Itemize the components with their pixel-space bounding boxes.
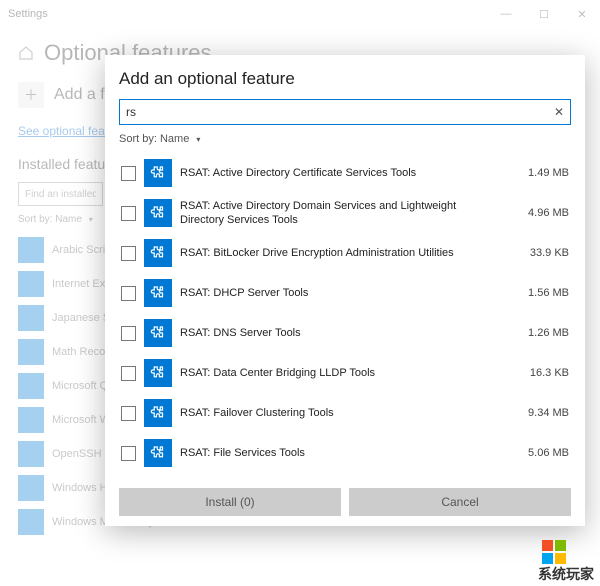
feature-size: 16.3 KB (519, 367, 569, 379)
feature-name: RSAT: Failover Clustering Tools (180, 406, 511, 420)
puzzle-icon (144, 439, 172, 467)
feature-row[interactable]: RSAT: BitLocker Drive Encryption Adminis… (119, 233, 571, 273)
puzzle-icon (144, 279, 172, 307)
feature-name: RSAT: DHCP Server Tools (180, 286, 511, 300)
feature-row[interactable]: RSAT: DNS Server Tools 1.26 MB (119, 313, 571, 353)
checkbox[interactable] (121, 246, 136, 261)
feature-name: RSAT: File Services Tools (180, 446, 511, 460)
watermark-text: 系统玩家 (536, 564, 596, 584)
feature-size: 9.34 MB (519, 407, 569, 419)
puzzle-icon (144, 319, 172, 347)
checkbox[interactable] (121, 206, 136, 221)
chevron-down-icon: ▾ (196, 135, 200, 144)
feature-row[interactable]: RSAT: Failover Clustering Tools 9.34 MB (119, 393, 571, 433)
feature-size: 1.56 MB (519, 287, 569, 299)
feature-name: RSAT: Active Directory Certificate Servi… (180, 166, 511, 180)
puzzle-icon (144, 399, 172, 427)
checkbox[interactable] (121, 166, 136, 181)
checkbox[interactable] (121, 366, 136, 381)
install-button[interactable]: Install (0) (119, 488, 341, 516)
dialog-search-input[interactable] (126, 105, 554, 119)
puzzle-icon (144, 359, 172, 387)
feature-row[interactable]: RSAT: DHCP Server Tools 1.56 MB (119, 273, 571, 313)
microsoft-logo-icon (542, 540, 566, 564)
feature-size: 1.49 MB (519, 167, 569, 179)
feature-row[interactable]: RSAT: Active Directory Domain Services a… (119, 193, 571, 233)
checkbox[interactable] (121, 406, 136, 421)
feature-size: 5.06 MB (519, 447, 569, 459)
checkbox[interactable] (121, 446, 136, 461)
cancel-button[interactable]: Cancel (349, 488, 571, 516)
add-feature-dialog: Add an optional feature ✕ Sort by: Name … (105, 55, 585, 526)
dialog-title: Add an optional feature (119, 69, 571, 89)
checkbox[interactable] (121, 286, 136, 301)
dialog-button-row: Install (0) Cancel (119, 488, 571, 516)
clear-icon[interactable]: ✕ (554, 105, 564, 119)
feature-size: 4.96 MB (519, 207, 569, 219)
feature-name: RSAT: DNS Server Tools (180, 326, 511, 340)
dialog-sort-control[interactable]: Sort by: Name ▾ (119, 133, 571, 145)
feature-row[interactable]: RSAT: File Services Tools 5.06 MB (119, 433, 571, 473)
feature-row[interactable]: RSAT: Data Center Bridging LLDP Tools 16… (119, 353, 571, 393)
feature-size: 1.26 MB (519, 327, 569, 339)
puzzle-icon (144, 199, 172, 227)
feature-name: RSAT: BitLocker Drive Encryption Adminis… (180, 246, 511, 260)
feature-name: RSAT: Data Center Bridging LLDP Tools (180, 366, 511, 380)
dialog-search-wrapper[interactable]: ✕ (119, 99, 571, 125)
feature-list[interactable]: RSAT: Active Directory Certificate Servi… (119, 153, 571, 480)
feature-row[interactable]: RSAT: Active Directory Certificate Servi… (119, 153, 571, 193)
checkbox[interactable] (121, 326, 136, 341)
puzzle-icon (144, 159, 172, 187)
feature-size: 33.9 KB (519, 247, 569, 259)
feature-name: RSAT: Active Directory Domain Services a… (180, 199, 511, 228)
puzzle-icon (144, 239, 172, 267)
